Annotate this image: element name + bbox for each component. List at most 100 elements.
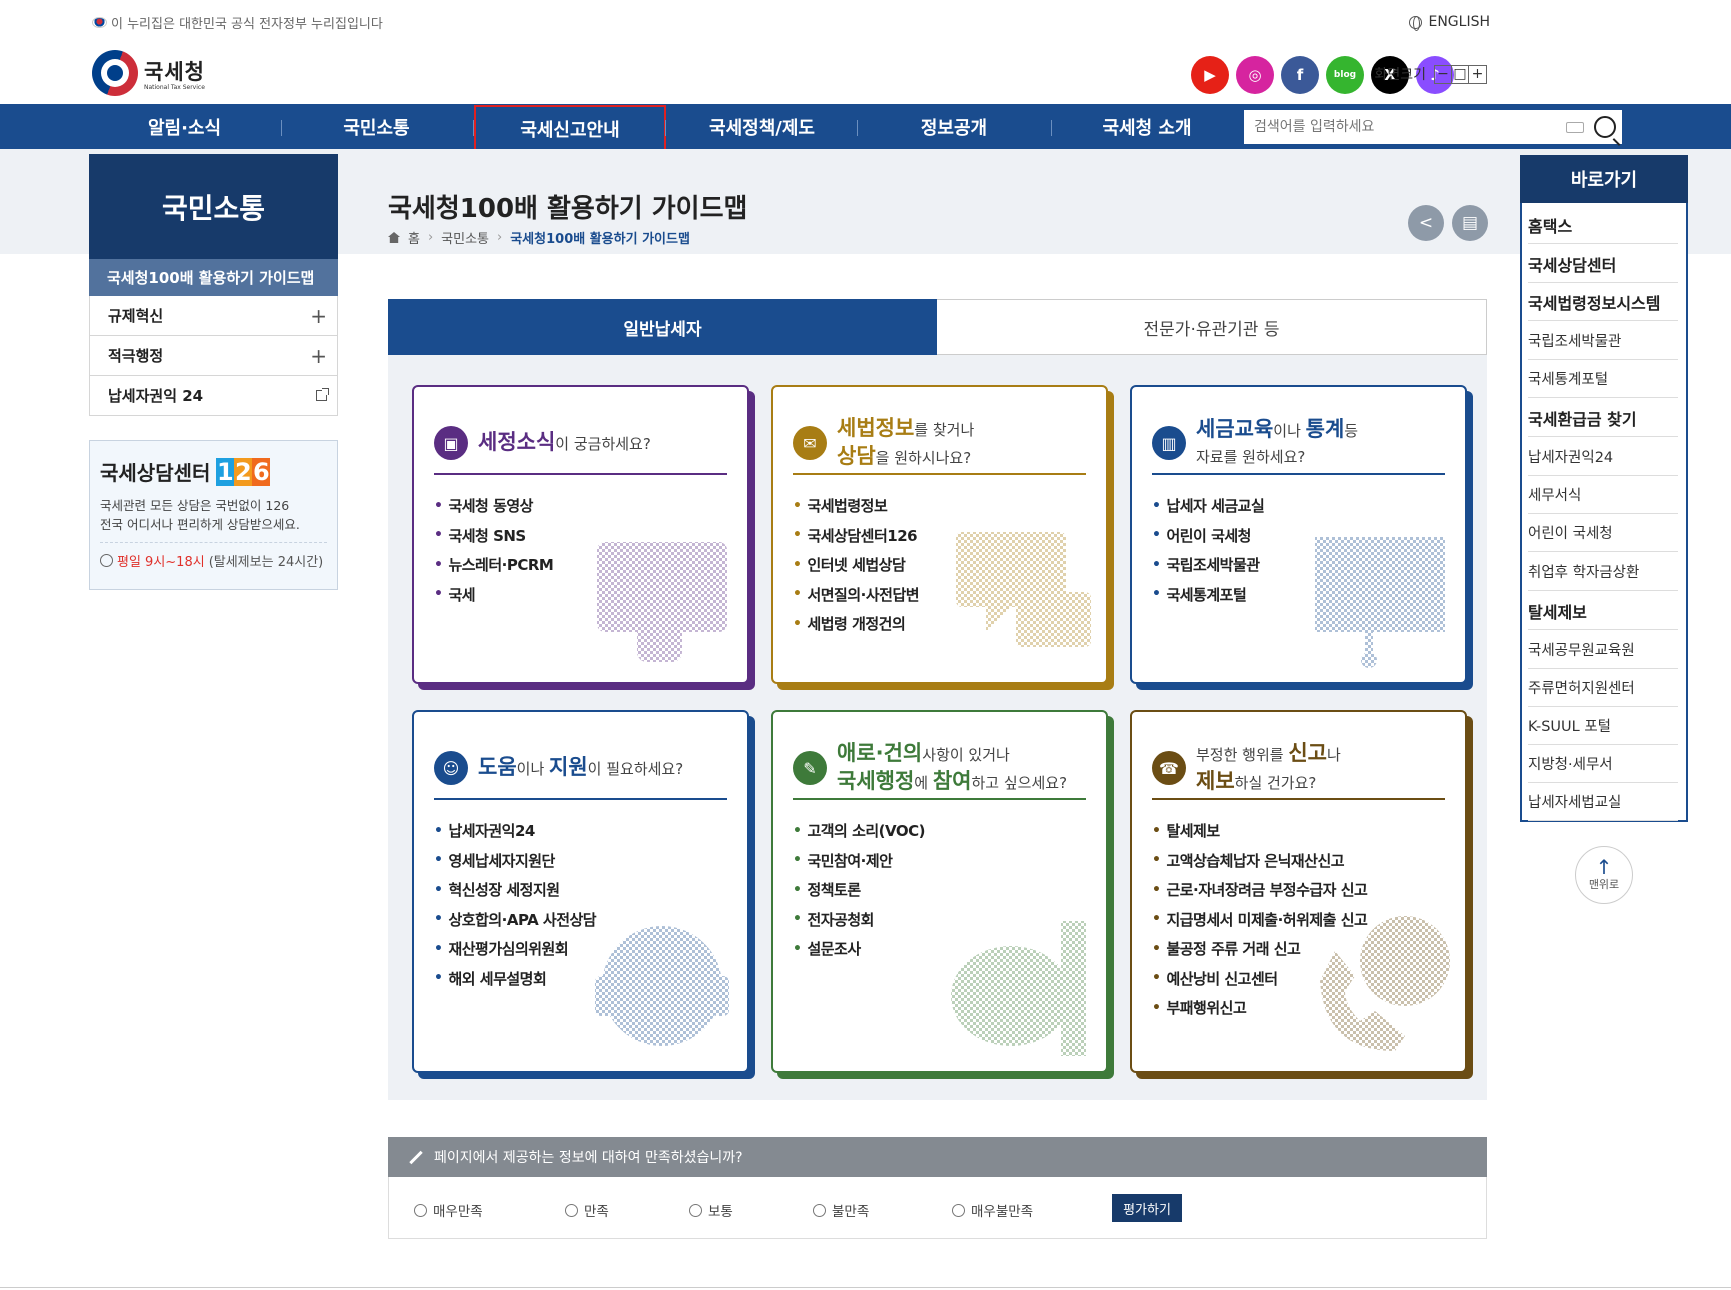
radio-neutral[interactable]: 보통 <box>689 1200 733 1220</box>
font-increase-button[interactable]: + <box>1469 66 1486 83</box>
radio-very-dissatisfied[interactable]: 매우불만족 <box>952 1200 1033 1220</box>
english-link[interactable]: ENGLISH <box>1409 14 1490 31</box>
card-link[interactable]: 국세법령정보 <box>793 491 919 521</box>
quick-link[interactable]: 국립조세박물관 <box>1528 322 1678 360</box>
external-link-icon <box>316 388 329 401</box>
quick-menu-title: 바로가기 <box>1520 155 1688 203</box>
card-link[interactable]: 납세자권익24 <box>434 816 596 846</box>
share-icon: < <box>1418 213 1434 233</box>
quick-link[interactable]: 납세자권익24 <box>1528 438 1678 476</box>
card-link[interactable]: 해외 세무설명회 <box>434 964 596 994</box>
font-reset-button[interactable]: □ <box>1452 65 1469 83</box>
share-button[interactable]: < <box>1408 205 1444 241</box>
card-link[interactable]: 국립조세박물관 <box>1152 550 1264 580</box>
card-link[interactable]: 근로·자녀장려금 부정수급자 신고 <box>1152 875 1367 905</box>
quick-link[interactable]: 국세통계포털 <box>1528 360 1678 398</box>
card-title: 세금교육이나 통계등 자료를 원하세요? <box>1196 417 1359 466</box>
card-link[interactable]: 국세상담센터126 <box>793 521 919 551</box>
call-center-banner[interactable]: 국세상담센터 1 2 6 국세관련 모든 상담은 국번없이 126 전국 어디서… <box>89 440 338 590</box>
breadcrumb-home[interactable]: 홈 <box>408 228 420 247</box>
print-icon: ▤ <box>1461 213 1479 233</box>
hours-note: (탈세제보는 24시간) <box>208 555 324 570</box>
card-link[interactable]: 고액상습체납자 은닉재산신고 <box>1152 846 1367 876</box>
quick-link[interactable]: 홈택스 <box>1528 206 1678 244</box>
plus-icon: + <box>310 303 327 328</box>
card-link[interactable]: 세법령 개정건의 <box>793 609 919 639</box>
card-link[interactable]: 혁신성장 세정지원 <box>434 875 596 905</box>
gnb-communication[interactable]: 국민소통 <box>284 104 469 149</box>
card-link[interactable]: 서면질의·사전답변 <box>793 580 919 610</box>
font-size-control: 화면크기 − □ + <box>1374 64 1487 84</box>
card-link[interactable]: 전자공청회 <box>793 905 925 935</box>
quick-link[interactable]: 국세상담센터 <box>1528 245 1678 283</box>
card-link[interactable]: 탈세제보 <box>1152 816 1367 846</box>
card-link[interactable]: 국세 <box>434 580 553 610</box>
sidebar-item-regulation[interactable]: 규제혁신 + <box>89 296 338 336</box>
radio-very-satisfied[interactable]: 매우만족 <box>414 1200 483 1220</box>
card-link[interactable]: 지급명세서 미제출·허위제출 신고 <box>1152 905 1367 935</box>
card-link[interactable]: 국세통계포털 <box>1152 580 1264 610</box>
quick-link[interactable]: 어린이 국세청 <box>1528 514 1678 552</box>
quick-link[interactable]: 국세환급금 찾기 <box>1528 399 1678 437</box>
quick-link[interactable]: 주류면허지원센터 <box>1528 669 1678 707</box>
sidebar-title: 국민소통 <box>89 154 338 259</box>
sidebar-item-guide-map[interactable]: 국세청100배 활용하기 가이드맵 <box>89 259 338 296</box>
quick-link[interactable]: K-SUUL 포털 <box>1528 707 1678 745</box>
nts-logo[interactable]: 국세청 National Tax Service <box>92 50 205 96</box>
card-link[interactable]: 납세자 세금교실 <box>1152 491 1264 521</box>
print-button[interactable]: ▤ <box>1452 205 1488 241</box>
card-link[interactable]: 상호합의·APA 사전상담 <box>434 905 596 935</box>
card-title: 세법정보를 찾거나 상담을 원하시나요? <box>837 416 975 468</box>
quick-link[interactable]: 납세자세법교실 <box>1528 783 1678 821</box>
tab-general-taxpayer[interactable]: 일반납세자 <box>388 299 937 355</box>
gnb-disclosure[interactable]: 정보공개 <box>861 104 1047 149</box>
radio-satisfied[interactable]: 만족 <box>565 1200 609 1220</box>
youtube-icon[interactable]: ▶ <box>1191 56 1229 94</box>
quick-link[interactable]: 취업후 학자금상환 <box>1528 553 1678 591</box>
radio-icon <box>813 1203 826 1217</box>
gnb-tax-filing[interactable]: 국세신고안내 <box>474 105 666 153</box>
breadcrumb-section[interactable]: 국민소통 <box>441 228 489 247</box>
card-link[interactable]: 영세납세자지원단 <box>434 846 596 876</box>
submit-rating-button[interactable]: 평가하기 <box>1112 1194 1182 1222</box>
gnb-about[interactable]: 국세청 소개 <box>1052 104 1242 149</box>
card-link[interactable]: 국세청 SNS <box>434 521 553 551</box>
quick-link[interactable]: 국세법령정보시스템 <box>1528 283 1678 321</box>
card-link[interactable]: 불공정 주류 거래 신고 <box>1152 934 1367 964</box>
quick-link[interactable]: 세무서식 <box>1528 476 1678 514</box>
home-icon[interactable] <box>388 232 400 243</box>
gnb-news[interactable]: 알림·소식 <box>92 104 277 149</box>
keyboard-icon[interactable] <box>1566 121 1584 133</box>
card-link[interactable]: 재산평가심의위원회 <box>434 934 596 964</box>
radio-icon <box>689 1203 702 1217</box>
card-link[interactable]: 국민참여·제안 <box>793 846 925 876</box>
guide-card-tax-law: ✉ 세법정보를 찾거나상담을 원하시나요? 국세법령정보국세상담센터126인터넷 세… <box>771 385 1108 684</box>
tab-professional[interactable]: 전문가·유관기관 등 <box>937 299 1487 355</box>
blog-icon[interactable]: blog <box>1326 56 1364 94</box>
card-link[interactable]: 뉴스레터·PCRM <box>434 550 553 580</box>
sidebar-item-proactive[interactable]: 적극행정 + <box>89 336 338 376</box>
card-link[interactable]: 부패행위신고 <box>1152 993 1367 1023</box>
page-title: 국세청100배 활용하기 가이드맵 <box>388 194 748 224</box>
facebook-icon[interactable]: f <box>1281 56 1319 94</box>
gnb-tax-policy[interactable]: 국세정책/제도 <box>669 104 855 149</box>
card-link[interactable]: 정책토론 <box>793 875 925 905</box>
english-label: ENGLISH <box>1428 14 1490 30</box>
sidebar-item-rights24[interactable]: 납세자권익 24 <box>89 376 338 416</box>
card-link[interactable]: 설문조사 <box>793 934 925 964</box>
radio-dissatisfied[interactable]: 불만족 <box>813 1200 869 1220</box>
card-link[interactable]: 어린이 국세청 <box>1152 521 1264 551</box>
search-icon[interactable] <box>1594 116 1616 138</box>
card-link[interactable]: 고객의 소리(VOC) <box>793 816 925 846</box>
card-link[interactable]: 인터넷 세법상담 <box>793 550 919 580</box>
card-link[interactable]: 국세청 동영상 <box>434 491 553 521</box>
quick-link[interactable]: 국세공무원교육원 <box>1528 631 1678 669</box>
scroll-top-button[interactable]: ↑ 맨위로 <box>1575 846 1633 904</box>
font-decrease-button[interactable]: − <box>1435 65 1452 83</box>
quick-link[interactable]: 탈세제보 <box>1528 592 1678 630</box>
quick-link[interactable]: 지방청·세무서 <box>1528 745 1678 783</box>
search-input[interactable] <box>1254 119 1554 135</box>
instagram-icon[interactable]: ◎ <box>1236 56 1274 94</box>
globe-icon <box>1409 15 1423 31</box>
card-link[interactable]: 예산낭비 신고센터 <box>1152 964 1367 994</box>
